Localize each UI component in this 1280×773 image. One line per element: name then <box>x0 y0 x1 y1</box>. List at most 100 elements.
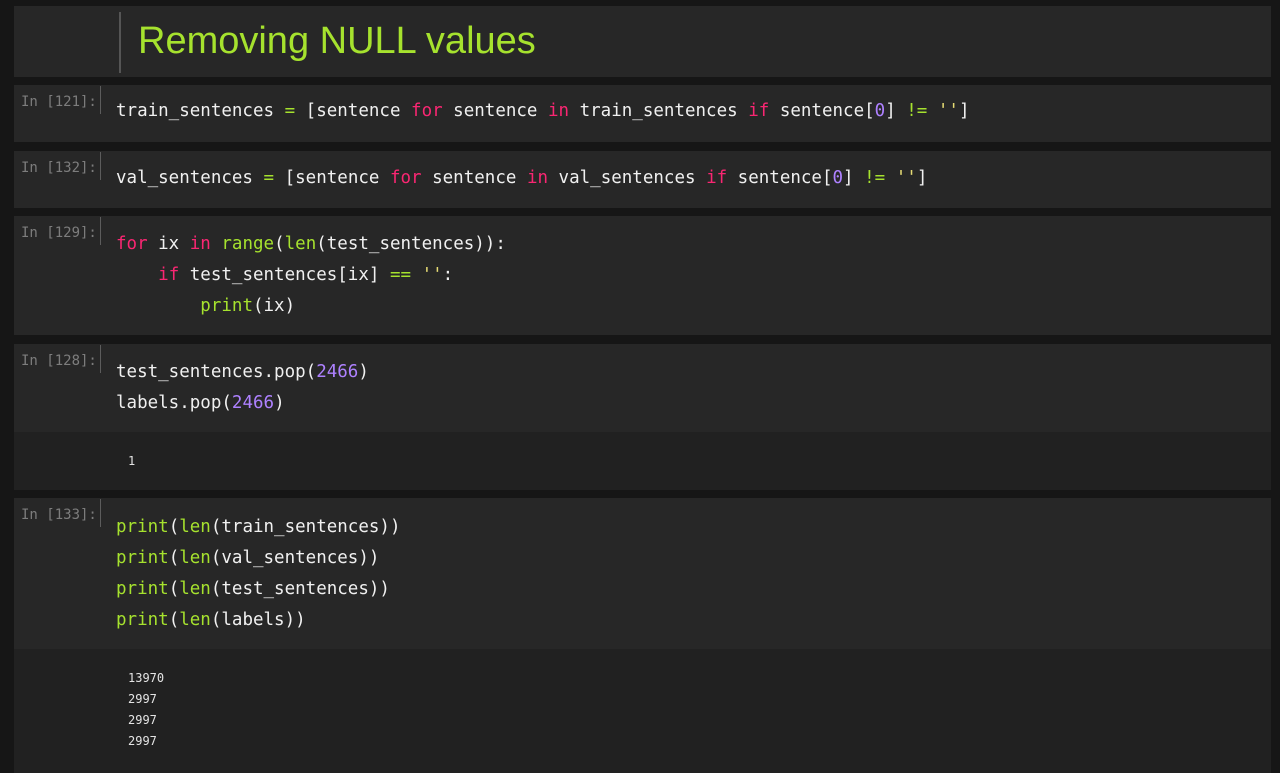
code-token: range <box>221 234 275 254</box>
code-token: print <box>116 548 169 568</box>
prompt-divider <box>100 499 101 527</box>
code-token: in <box>189 234 211 254</box>
code-token: [sentence <box>295 101 412 121</box>
code-token: ( <box>274 234 285 254</box>
prompt-divider <box>100 345 101 373</box>
cell-prompt: In [121]: <box>21 94 97 110</box>
code-line: train_sentences = [sentence for sentence… <box>116 101 970 121</box>
code-token: print <box>200 296 253 316</box>
prompt-divider <box>100 217 101 245</box>
cell-prompt: In [128]: <box>21 353 97 369</box>
code-token: ( <box>168 579 180 599</box>
markdown-heading: Removing NULL values <box>138 20 536 62</box>
code-token: ( <box>168 517 180 537</box>
code-editor[interactable]: train_sentences = [sentence for sentence… <box>116 96 970 127</box>
code-token: if <box>748 101 770 121</box>
code-token: 2466 <box>231 393 275 413</box>
code-token: len <box>179 517 211 537</box>
cell-prompt: In [133]: <box>21 507 97 523</box>
code-cell[interactable]: In [132]: val_sentences = [sentence for … <box>14 151 1271 208</box>
code-token: val_sentences <box>548 168 707 188</box>
code-token: = <box>284 101 296 121</box>
code-token: len <box>179 579 211 599</box>
code-token: = <box>263 168 275 188</box>
code-token: len <box>179 548 211 568</box>
code-token: val_sentences <box>116 168 264 188</box>
code-token: if <box>158 265 180 285</box>
code-token: test_sentences.pop( <box>116 362 317 382</box>
code-token: (ix) <box>252 296 296 316</box>
code-editor[interactable]: test_sentences.pop(2466) labels.pop(2466… <box>116 357 369 419</box>
markdown-cell-divider <box>119 12 121 73</box>
code-line: print(len(val_sentences)) <box>116 548 379 568</box>
code-editor[interactable]: for ix in range(len(test_sentences)): if… <box>116 229 506 322</box>
output-line: 2997 <box>128 734 157 748</box>
notebook: Removing NULL values In [121]: train_sen… <box>0 0 1280 773</box>
code-token: '' <box>895 168 917 188</box>
output-text: 13970 2997 2997 2997 <box>128 668 164 752</box>
code-token: (test_sentences)) <box>210 579 390 599</box>
code-token: print <box>116 579 169 599</box>
code-token: len <box>179 610 211 630</box>
output-area: 1 <box>14 432 1271 490</box>
code-token: 2466 <box>316 362 359 382</box>
code-token: != <box>906 101 928 121</box>
code-token: train_sentences <box>116 101 285 121</box>
code-line: print(len(test_sentences)) <box>116 579 390 599</box>
output-line: 2997 <box>128 713 157 727</box>
code-token: if <box>706 168 728 188</box>
output-line: 1 <box>128 454 136 468</box>
code-token: ( <box>168 610 180 630</box>
code-token: (test_sentences)): <box>316 234 506 254</box>
code-token: (train_sentences)) <box>210 517 401 537</box>
code-token: labels.pop( <box>116 393 232 413</box>
code-line: print(len(labels)) <box>116 610 306 630</box>
code-token: == <box>389 265 412 285</box>
code-token: [sentence <box>274 168 390 188</box>
code-editor[interactable]: print(len(train_sentences)) print(len(va… <box>116 512 401 636</box>
prompt-divider <box>100 152 101 180</box>
code-line: val_sentences = [sentence for sentence i… <box>116 168 927 188</box>
code-token: print <box>116 610 169 630</box>
code-token: for <box>116 234 148 254</box>
code-token: sentence[ <box>769 101 875 121</box>
output-line: 13970 <box>128 671 165 685</box>
code-token: in <box>526 168 549 188</box>
code-token: ] <box>958 101 970 121</box>
code-token: in <box>548 101 570 121</box>
code-cell[interactable]: In [121]: train_sentences = [sentence fo… <box>14 85 1271 142</box>
code-line: labels.pop(2466) <box>116 393 285 413</box>
code-token: sentence <box>421 168 527 188</box>
code-token: len <box>284 234 317 254</box>
code-token: train_sentences <box>569 101 749 121</box>
markdown-cell[interactable]: Removing NULL values <box>14 6 1271 77</box>
code-line: for ix in range(len(test_sentences)): <box>116 234 506 254</box>
code-token: ] <box>885 101 907 121</box>
code-line: test_sentences.pop(2466) <box>116 362 369 382</box>
code-token: ] <box>916 168 928 188</box>
code-token: sentence <box>442 101 548 121</box>
code-token: ix <box>147 234 190 254</box>
code-token: ] <box>843 168 865 188</box>
code-token: ( <box>168 548 180 568</box>
code-cell[interactable]: In [128]: test_sentences.pop(2466) label… <box>14 344 1271 432</box>
code-line: print(len(train_sentences)) <box>116 517 401 537</box>
code-token: ) <box>358 362 369 382</box>
code-token: test_sentences[ix] <box>179 265 390 285</box>
cell-prompt: In [129]: <box>21 225 97 241</box>
output-text: 1 <box>128 451 135 472</box>
code-cell[interactable]: In [133]: print(len(train_sentences)) pr… <box>14 498 1271 649</box>
code-token: '' <box>421 265 443 285</box>
code-token: print <box>116 517 169 537</box>
code-editor[interactable]: val_sentences = [sentence for sentence i… <box>116 163 927 194</box>
code-token: 0 <box>874 101 886 121</box>
code-line: if test_sentences[ix] == '': <box>116 265 453 285</box>
code-cell[interactable]: In [129]: for ix in range(len(test_sente… <box>14 216 1271 335</box>
code-line: print(ix) <box>116 296 295 316</box>
code-token: sentence[ <box>727 168 833 188</box>
code-token: '' <box>937 101 959 121</box>
